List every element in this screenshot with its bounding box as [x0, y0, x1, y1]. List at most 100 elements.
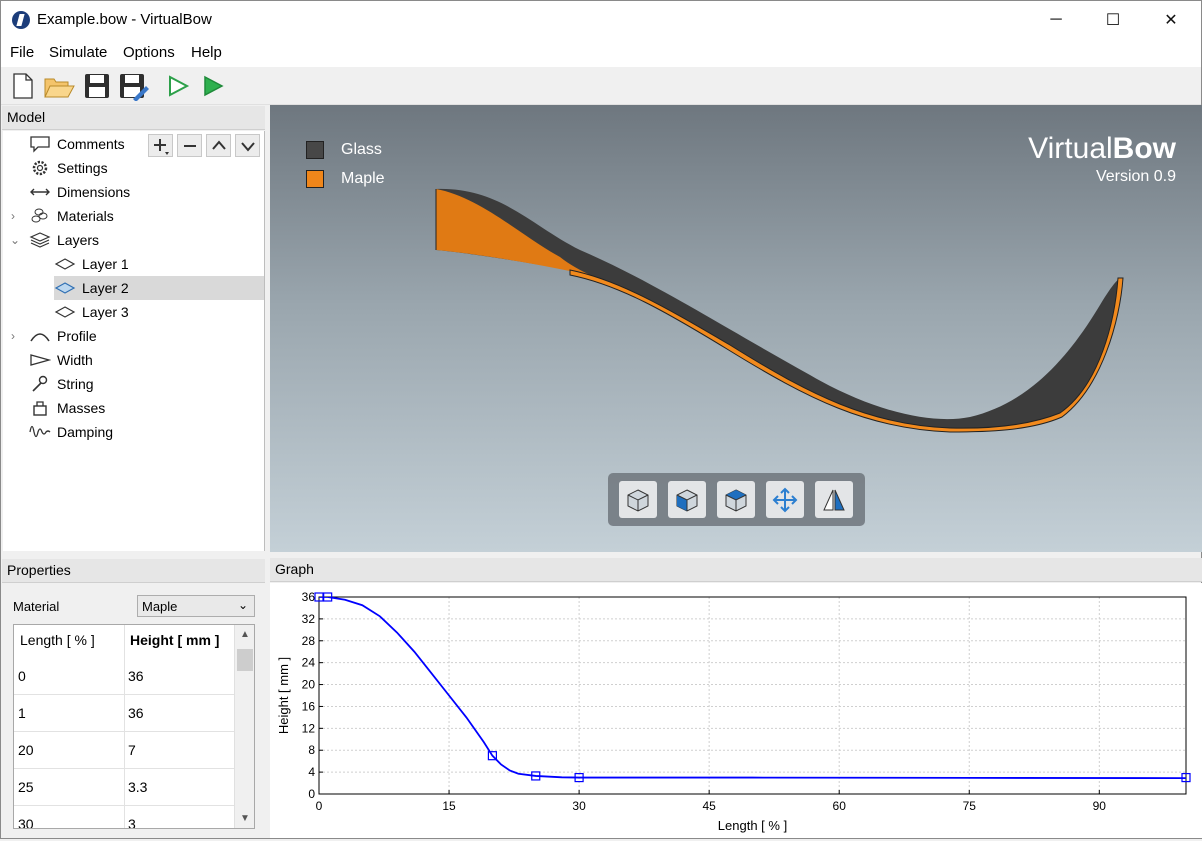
table-cell[interactable]: 30: [14, 806, 124, 828]
x-tick-label: 15: [442, 799, 456, 813]
fit-view-icon[interactable]: [766, 481, 804, 518]
y-tick-label: 28: [302, 634, 316, 648]
save-icon[interactable]: [82, 71, 112, 101]
move-down-button[interactable]: [235, 134, 260, 157]
maximize-button[interactable]: ☐: [1084, 1, 1142, 39]
table-cell[interactable]: 36: [124, 658, 234, 695]
layer-height-table: Length [ % ] Height [ mm ] 0 36 1 36 20 …: [13, 624, 255, 829]
title-bar: Example.bow - VirtualBow ─ ☐ ✕: [1, 1, 1201, 39]
view-front-icon[interactable]: [668, 481, 706, 518]
tree-item-label: Materials: [57, 208, 114, 224]
view-controls: [608, 473, 865, 526]
expand-arrow-icon[interactable]: ›: [11, 209, 15, 223]
layer-icon: [54, 303, 76, 321]
y-tick-label: 8: [308, 743, 315, 757]
tree-item-label: Layer 2: [82, 280, 129, 296]
y-tick-label: 20: [302, 678, 316, 692]
tree-item-damping[interactable]: Damping: [29, 420, 113, 444]
new-file-icon[interactable]: [8, 71, 38, 101]
table-cell[interactable]: 3.3: [124, 769, 234, 806]
menu-bar: File Simulate Options Help: [1, 39, 1201, 67]
x-tick-label: 0: [316, 799, 323, 813]
material-label: Material: [13, 599, 60, 614]
layers-icon: [29, 231, 51, 249]
profile-icon: [29, 327, 51, 345]
add-item-button[interactable]: [148, 134, 173, 157]
table-cell[interactable]: 36: [124, 695, 234, 732]
table-cell[interactable]: 3: [124, 806, 234, 828]
save-as-icon[interactable]: [117, 71, 149, 102]
run-static-icon[interactable]: [163, 71, 193, 101]
tree-toolbar: [148, 134, 260, 157]
remove-item-button[interactable]: [177, 134, 202, 157]
table-cell[interactable]: 0: [14, 658, 124, 695]
scroll-up-icon[interactable]: ▲: [240, 629, 250, 640]
menu-help[interactable]: Help: [191, 44, 222, 61]
view-3d-icon[interactable]: [619, 481, 657, 518]
x-tick-label: 90: [1093, 799, 1107, 813]
table-scrollbar[interactable]: ▲ ▼: [234, 625, 254, 828]
scrollbar-thumb[interactable]: [237, 649, 253, 671]
open-folder-icon[interactable]: [43, 71, 75, 101]
tree-item-layers[interactable]: Layers: [29, 228, 99, 252]
virtualbow-logo-icon: [12, 11, 30, 29]
tree-item-label: Damping: [57, 424, 114, 440]
tree-item-string[interactable]: String: [29, 372, 94, 396]
mirror-icon[interactable]: [815, 481, 853, 518]
column-header-height[interactable]: Height [ mm ]: [124, 625, 234, 658]
move-up-button[interactable]: [206, 134, 231, 157]
material-select-value: Maple: [142, 599, 178, 614]
tree-item-masses[interactable]: Masses: [29, 396, 105, 420]
material-select[interactable]: Maple ⌄: [137, 595, 255, 617]
menu-options[interactable]: Options: [123, 44, 175, 61]
table-cell[interactable]: 7: [124, 732, 234, 769]
tree-item-label: Width: [57, 352, 93, 368]
y-tick-label: 4: [308, 765, 315, 779]
x-axis-label: Length [ % ]: [718, 818, 787, 833]
tree-item-materials[interactable]: Materials: [29, 204, 114, 228]
window-title: Example.bow - VirtualBow: [37, 11, 212, 28]
tree-item-dimensions[interactable]: Dimensions: [29, 180, 130, 204]
model-tree: Comments Settings Dimensions › Materials…: [3, 131, 265, 551]
properties-panel-header: Properties: [2, 559, 265, 583]
tree-item-layer-1[interactable]: Layer 1: [54, 252, 264, 276]
gear-icon: [29, 159, 51, 177]
tree-item-label: Comments: [57, 136, 125, 152]
model-panel-header: Model: [2, 106, 265, 130]
damping-icon: [29, 423, 51, 441]
table-cell[interactable]: 25: [14, 769, 124, 806]
collapse-arrow-icon[interactable]: ⌄: [10, 233, 20, 247]
column-header-length[interactable]: Length [ % ]: [14, 625, 124, 658]
view-side-icon[interactable]: [717, 481, 755, 518]
x-tick-label: 30: [572, 799, 586, 813]
close-button[interactable]: ✕: [1142, 1, 1200, 39]
menu-file[interactable]: File: [10, 44, 34, 61]
table-cell[interactable]: 1: [14, 695, 124, 732]
tree-item-label: Layers: [57, 232, 100, 248]
minimize-button[interactable]: ─: [1027, 1, 1085, 39]
tree-item-label: String: [57, 376, 94, 392]
materials-icon: [29, 207, 51, 225]
comments-icon: [29, 135, 51, 153]
y-tick-label: 32: [302, 612, 316, 626]
x-tick-label: 75: [963, 799, 977, 813]
y-tick-label: 24: [302, 656, 316, 670]
graph-panel: 0 15 30 45 60 75 90 0 4 8 12 16 20 24 28 32 36 Length [ %…: [270, 583, 1202, 838]
tree-item-label: Profile: [57, 328, 97, 344]
height-chart[interactable]: 0 15 30 45 60 75 90 0 4 8 12 16 20 24 28 32 36 Length [ %…: [270, 583, 1202, 838]
table-cell[interactable]: 20: [14, 732, 124, 769]
scroll-down-icon[interactable]: ▼: [240, 813, 250, 824]
tree-item-layer-3[interactable]: Layer 3: [54, 300, 264, 324]
tree-item-settings[interactable]: Settings: [29, 156, 108, 180]
tree-item-comments[interactable]: Comments: [29, 132, 125, 156]
expand-arrow-icon[interactable]: ›: [11, 329, 15, 343]
masses-icon: [29, 399, 51, 417]
tree-item-width[interactable]: Width: [29, 348, 93, 372]
run-dynamic-icon[interactable]: [198, 71, 228, 101]
tree-item-profile[interactable]: Profile: [29, 324, 97, 348]
y-tick-label: 0: [308, 787, 315, 801]
menu-simulate[interactable]: Simulate: [49, 44, 107, 61]
x-tick-label: 45: [702, 799, 716, 813]
tree-item-layer-2[interactable]: Layer 2: [54, 276, 264, 300]
bow-3d-view[interactable]: Glass Maple VirtualBow Version 0.9: [270, 105, 1202, 552]
